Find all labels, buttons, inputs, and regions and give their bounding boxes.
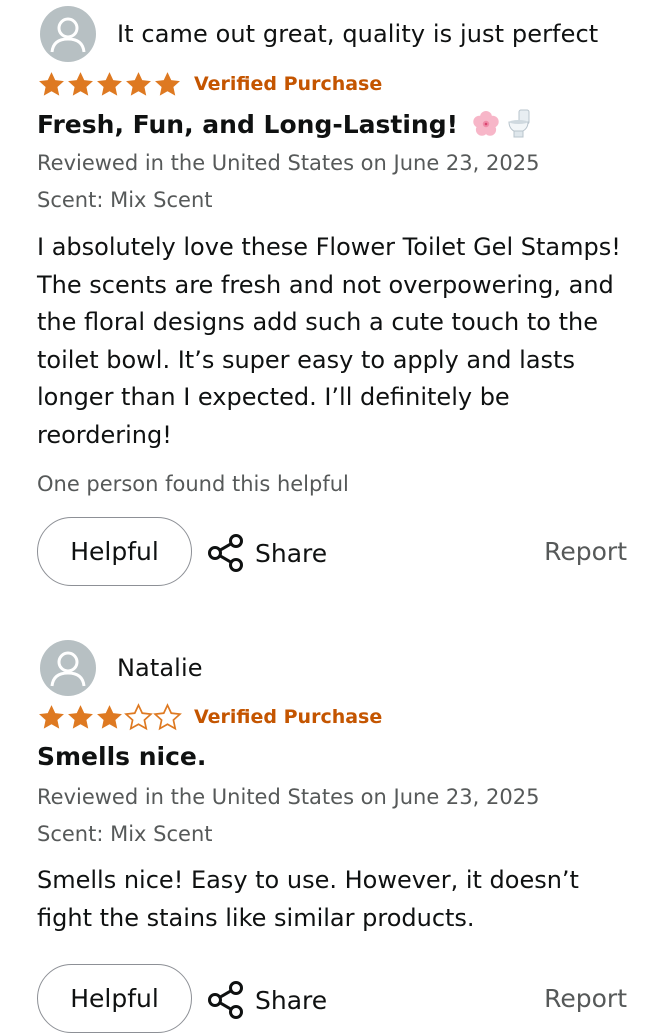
user-silhouette-icon bbox=[50, 17, 86, 53]
star-filled-icon bbox=[155, 71, 180, 96]
review-title-text: Smells nice. bbox=[37, 742, 207, 771]
review-body: Smells nice! Easy to use. However, it do… bbox=[37, 866, 579, 932]
review-title-text: Fresh, Fun, and Long-Lasting! bbox=[37, 109, 459, 139]
share-icon bbox=[208, 981, 243, 1019]
report-link[interactable]: Report bbox=[544, 537, 627, 566]
star-filled-icon bbox=[39, 71, 64, 96]
star-empty-icon bbox=[153, 702, 182, 730]
review-date: Reviewed in the United States on June 23… bbox=[37, 785, 540, 809]
share-label: Share bbox=[255, 538, 328, 568]
share-icon bbox=[208, 534, 243, 572]
rating-row: Verified Purchase bbox=[37, 67, 382, 101]
star-rating[interactable] bbox=[37, 702, 182, 732]
avatar bbox=[40, 6, 96, 62]
star-filled-icon bbox=[68, 71, 93, 96]
share-button[interactable]: Share bbox=[207, 531, 327, 575]
star-empty-icon bbox=[124, 702, 153, 730]
review-title[interactable]: Fresh, Fun, and Long-Lasting! bbox=[37, 108, 532, 140]
reviewer-name: It came out great, quality is just perfe… bbox=[117, 20, 599, 48]
reviewer-name: Natalie bbox=[117, 654, 203, 682]
variant-scent: Scent: Mix Scent bbox=[37, 188, 213, 212]
reviewer-profile[interactable]: Natalie bbox=[40, 640, 203, 696]
helpful-count-text: One person found this helpful bbox=[37, 472, 349, 496]
review-title[interactable]: Smells nice. bbox=[37, 742, 206, 771]
avatar bbox=[40, 640, 96, 696]
title-emoji-group bbox=[470, 108, 532, 140]
user-silhouette-icon bbox=[50, 651, 86, 687]
verified-purchase-badge: Verified Purchase bbox=[194, 73, 383, 95]
star-filled-icon bbox=[126, 71, 151, 96]
star-filled-icon bbox=[97, 71, 122, 96]
review-actions: Helpful Share Report bbox=[37, 517, 627, 589]
share-button[interactable]: Share bbox=[207, 978, 327, 1022]
variant-scent: Scent: Mix Scent bbox=[37, 822, 213, 846]
toilet-icon bbox=[508, 109, 530, 138]
review-actions: Helpful Share Report bbox=[37, 964, 627, 1036]
rating-row: Verified Purchase bbox=[37, 700, 382, 734]
helpful-button[interactable]: Helpful bbox=[37, 964, 192, 1033]
review-body: I absolutely love these Flower Toilet Ge… bbox=[37, 233, 621, 449]
star-filled-icon bbox=[68, 704, 93, 729]
cherry-blossom-icon bbox=[473, 111, 499, 136]
star-filled-icon bbox=[39, 704, 64, 729]
helpful-button[interactable]: Helpful bbox=[37, 517, 192, 586]
report-link[interactable]: Report bbox=[544, 984, 627, 1013]
share-label: Share bbox=[255, 985, 328, 1015]
verified-purchase-badge: Verified Purchase bbox=[194, 706, 383, 728]
star-filled-icon bbox=[97, 704, 122, 729]
review-date: Reviewed in the United States on June 23… bbox=[37, 151, 540, 175]
star-rating[interactable] bbox=[37, 70, 182, 99]
reviewer-profile[interactable]: It came out great, quality is just perfe… bbox=[40, 6, 598, 62]
